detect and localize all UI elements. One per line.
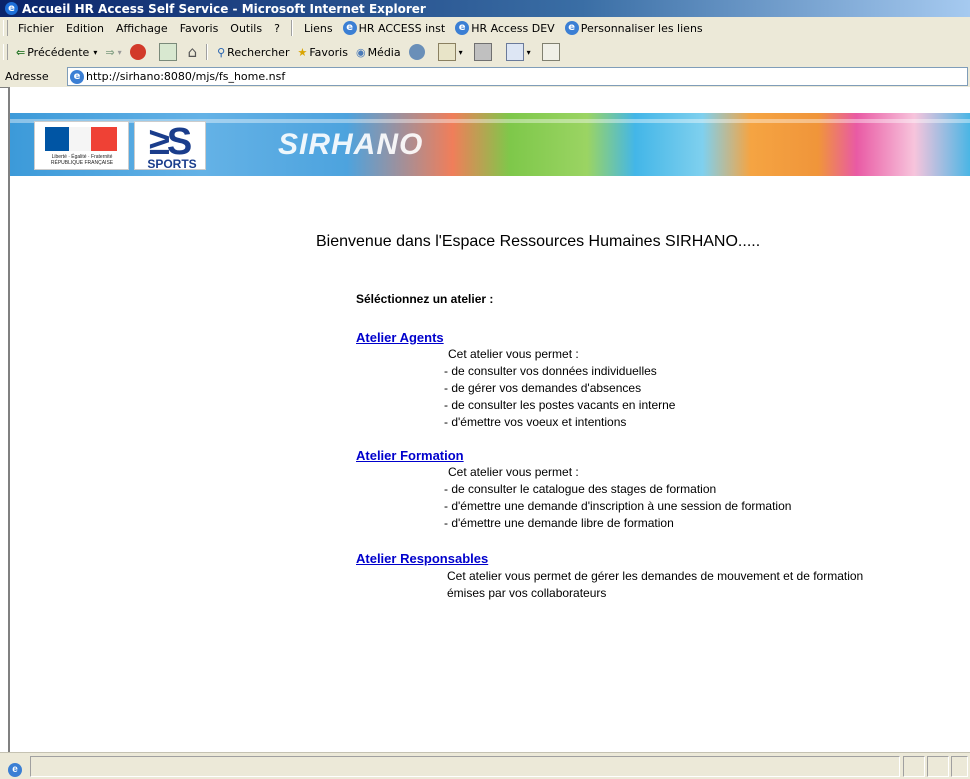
ie-page-icon: e (564, 21, 579, 35)
description-line: - d'émettre une demande libre de formati… (444, 516, 674, 530)
stop-button[interactable] (126, 44, 152, 60)
links-label[interactable]: Liens (298, 22, 339, 35)
refresh-button[interactable] (152, 43, 184, 61)
address-bar: Adresse e http://sirhano:8080/mjs/fs_hom… (0, 65, 970, 88)
menu-help[interactable]: ? (268, 22, 286, 35)
description-line: - de consulter le catalogue des stages d… (444, 482, 717, 496)
status-panel (927, 756, 949, 777)
menubar-grip[interactable] (3, 20, 8, 36)
status-text-panel (30, 756, 900, 777)
edit-button[interactable]: ▾ (499, 43, 535, 61)
ie-page-icon: e (70, 69, 84, 84)
menu-edition[interactable]: Edition (60, 22, 110, 35)
republique-text: Liberté · Égalité · Fraternité RÉPUBLIQU… (50, 154, 114, 166)
description-line: Cet atelier vous permet : (448, 465, 579, 479)
address-url: http://sirhano:8080/mjs/fs_home.nsf (86, 70, 286, 83)
address-label: Adresse (5, 69, 49, 83)
home-button[interactable]: ⌂ (184, 43, 202, 61)
search-button[interactable]: ⚲ Rechercher (213, 46, 293, 59)
republique-francaise-logo: Liberté · Égalité · Fraternité RÉPUBLIQU… (34, 121, 129, 170)
atelier-agents-description: Cet atelier vous permet : - de consulter… (444, 346, 676, 431)
atelier-agents-link[interactable]: Atelier Agents (356, 330, 444, 345)
back-arrow-icon: ⇐ (16, 45, 26, 59)
address-input[interactable]: e http://sirhano:8080/mjs/fs_home.nsf (67, 67, 968, 86)
forward-arrow-icon: ⇒ (105, 45, 115, 59)
history-icon (408, 44, 425, 60)
flag-white-icon (69, 127, 91, 151)
menubar-separator (290, 20, 293, 36)
ie-page-icon: e (8, 759, 22, 777)
link-personnaliser[interactable]: e Personnaliser les liens (561, 21, 709, 35)
status-panel (951, 756, 968, 777)
description-line: Cet atelier vous permet de gérer les dem… (447, 569, 864, 583)
menu-fichier[interactable]: Fichier (12, 22, 60, 35)
ie-logo-icon: e (5, 2, 18, 15)
flag-blue-icon (45, 127, 69, 151)
sirhano-banner: Liberté · Égalité · Fraternité RÉPUBLIQU… (10, 113, 970, 176)
toolbar-separator (206, 44, 209, 60)
ie-page-icon: e (455, 21, 470, 35)
menu-affichage[interactable]: Affichage (110, 22, 174, 35)
select-prompt: Séléctionnez un atelier : (356, 292, 494, 306)
history-button[interactable] (405, 44, 431, 60)
link-hr-access-inst[interactable]: e HR ACCESS inst (339, 21, 452, 35)
edit-icon (505, 43, 524, 61)
forward-button[interactable]: ⇒ ▾ (101, 46, 125, 59)
description-line: Cet atelier vous permet : (448, 347, 579, 361)
mail-icon (437, 43, 456, 61)
description-line: - de consulter vos données individuelles (444, 364, 657, 378)
menu-bar: Fichier Edition Affichage Favoris Outils… (0, 17, 970, 40)
ie-page-icon: e (342, 21, 357, 35)
chevron-down-icon: ▾ (93, 47, 98, 57)
sports-logo: ≥S SPORTS (134, 121, 206, 171)
flag-red-icon (91, 127, 117, 151)
window-title: Accueil HR Access Self Service - Microso… (22, 1, 426, 16)
discuss-icon (541, 43, 560, 61)
chevron-down-icon: ▾ (526, 47, 531, 57)
sports-s-icon: ≥S (149, 121, 192, 163)
mail-button[interactable]: ▾ (431, 43, 467, 61)
menu-favoris[interactable]: Favoris (174, 22, 225, 35)
favorites-star-icon: ★ (297, 45, 308, 59)
back-button[interactable]: ⇐ Précédente ▾ (12, 46, 101, 59)
welcome-heading: Bienvenue dans l'Espace Ressources Humai… (316, 233, 761, 250)
status-panel (903, 756, 925, 777)
discuss-button[interactable] (535, 43, 567, 61)
description-line: émises par vos collaborateurs (447, 586, 607, 600)
atelier-responsables-description: Cet atelier vous permet de gérer les dem… (447, 568, 863, 602)
window-titlebar: e Accueil HR Access Self Service - Micro… (0, 0, 970, 17)
media-icon: ◉ (355, 45, 366, 59)
status-bar: e (0, 752, 970, 779)
refresh-icon (158, 43, 177, 61)
atelier-responsables-link[interactable]: Atelier Responsables (356, 551, 488, 566)
chevron-down-icon: ▾ (458, 47, 463, 57)
atelier-formation-description: Cet atelier vous permet : - de consulter… (444, 464, 792, 532)
chevron-down-icon: ▾ (117, 47, 122, 57)
menu-outils[interactable]: Outils (224, 22, 268, 35)
search-icon: ⚲ (217, 45, 226, 59)
standard-toolbar: ⇐ Précédente ▾ ⇒ ▾ ⌂ ⚲ Rechercher ★ Favo… (0, 39, 970, 66)
sports-label: SPORTS (147, 157, 197, 171)
description-line: - d'émettre vos voeux et intentions (444, 415, 627, 429)
print-button[interactable] (467, 43, 499, 61)
page-content: Liberté · Égalité · Fraternité RÉPUBLIQU… (8, 87, 970, 752)
favorites-button[interactable]: ★ Favoris (293, 46, 351, 59)
toolbar-grip[interactable] (3, 44, 8, 60)
stop-icon (129, 44, 146, 60)
atelier-formation-link[interactable]: Atelier Formation (356, 448, 464, 463)
description-line: - d'émettre une demande d'inscription à … (444, 499, 792, 513)
link-hr-access-dev[interactable]: e HR Access DEV (451, 21, 561, 35)
description-line: - de consulter les postes vacants en int… (444, 398, 676, 412)
home-icon: ⌂ (187, 43, 198, 61)
media-button[interactable]: ◉ Média (352, 46, 405, 59)
description-line: - de gérer vos demandes d'absences (444, 381, 642, 395)
sirhano-brand: SIRHANO (278, 128, 424, 161)
print-icon (473, 43, 492, 61)
